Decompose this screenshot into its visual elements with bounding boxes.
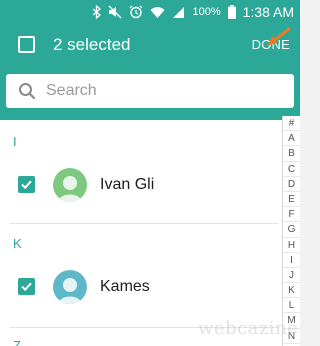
index-letter[interactable]: E: [283, 192, 300, 208]
status-icons: 100% 1:38 AM: [92, 3, 294, 21]
section-header: I: [13, 134, 17, 149]
contact-name: Ivan Gli: [100, 176, 155, 193]
avatar: [53, 270, 87, 304]
section-header: Z: [13, 338, 21, 346]
action-bar: 2 selected DONE: [0, 24, 300, 66]
signal-icon: [172, 6, 185, 19]
clock: 1:38 AM: [242, 4, 294, 20]
mute-icon: [108, 5, 122, 19]
contact-checkbox[interactable]: [18, 278, 35, 295]
checkmark-icon: [21, 180, 32, 190]
index-letter[interactable]: F: [283, 207, 300, 223]
bluetooth-icon: [92, 5, 102, 19]
person-icon: [58, 176, 82, 202]
annotation-arrow-icon: [267, 27, 291, 46]
index-letter[interactable]: A: [283, 131, 300, 147]
index-letter[interactable]: L: [283, 298, 300, 314]
index-letter[interactable]: J: [283, 268, 300, 284]
select-all-checkbox[interactable]: [18, 36, 35, 53]
search-bar: Search: [0, 66, 300, 120]
search-icon: [19, 83, 36, 100]
index-letter[interactable]: B: [283, 146, 300, 162]
index-letter[interactable]: H: [283, 238, 300, 253]
contact-row[interactable]: Kames: [0, 258, 282, 314]
index-letter[interactable]: C: [283, 162, 300, 177]
contact-name: Kames: [100, 278, 150, 295]
status-bar: 100% 1:38 AM: [0, 0, 300, 24]
search-placeholder: Search: [46, 82, 97, 99]
contact-row[interactable]: Ivan Gli: [0, 156, 282, 212]
index-letter[interactable]: K: [283, 283, 300, 299]
search-input[interactable]: Search: [6, 74, 294, 108]
battery-icon: [227, 5, 236, 19]
divider: [10, 223, 278, 224]
alarm-icon: [129, 5, 143, 19]
watermark: webcazine: [198, 318, 299, 339]
battery-percent: 100%: [192, 6, 221, 18]
person-icon: [58, 278, 82, 304]
checkmark-icon: [21, 282, 32, 292]
index-letter[interactable]: I: [283, 253, 300, 268]
contact-checkbox[interactable]: [18, 176, 35, 193]
wifi-icon: [150, 6, 165, 19]
index-letter[interactable]: G: [283, 222, 300, 238]
index-letter[interactable]: D: [283, 177, 300, 192]
index-letter[interactable]: #: [283, 116, 300, 132]
alphabet-index-scroller[interactable]: # A B C D E F G H I J K L M N: [282, 116, 300, 346]
section-header: K: [13, 236, 22, 251]
contact-list: I Ivan Gli K Kames Z: [0, 120, 300, 346]
avatar: [53, 168, 87, 202]
selected-count-label: 2 selected: [53, 35, 131, 54]
